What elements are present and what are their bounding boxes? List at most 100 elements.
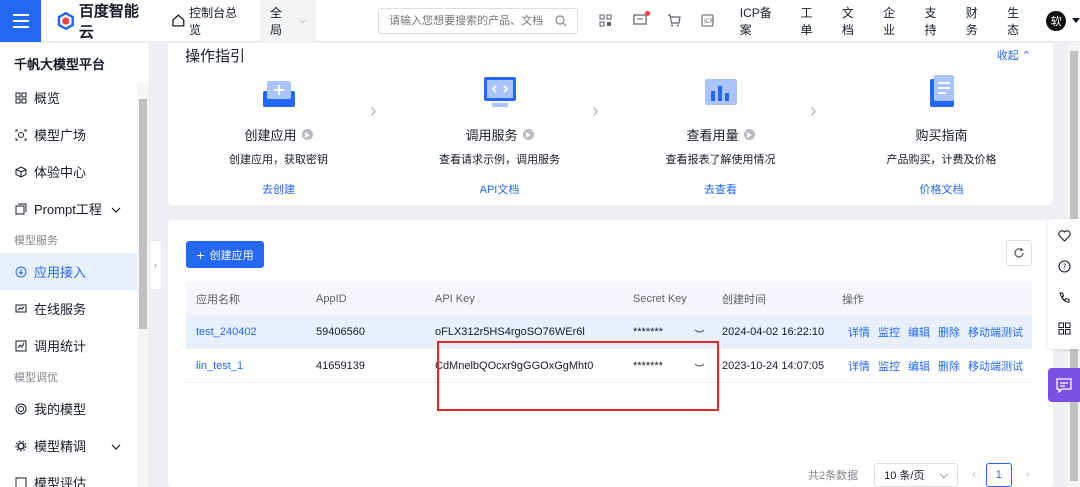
action-monitor[interactable]: 监控 [878, 358, 900, 374]
call-service-illustration [483, 77, 516, 107]
chat-button[interactable] [1048, 368, 1080, 402]
menu-button[interactable] [0, 0, 42, 42]
cart-icon[interactable] [666, 13, 682, 29]
chevron-right-icon: › [370, 100, 377, 122]
top-link-ticket[interactable]: 工单 [801, 4, 824, 38]
brand-name: 百度智能云 [78, 2, 139, 41]
api-key-value: oFLX312r5HS4rgoSO76WEr6l [435, 325, 585, 338]
go-create-link[interactable]: 去创建 [262, 181, 295, 197]
grid-icon [14, 91, 28, 105]
guide-collapse-button[interactable]: 收起 ⌃ [997, 47, 1031, 63]
page-number[interactable]: 1 [985, 463, 1012, 487]
floating-toolbar: ? [1048, 219, 1080, 349]
help-icon[interactable]: ? [1057, 260, 1071, 276]
sidebar: 千帆大模型平台 概览 模型广场 体验中心 Prompt工程 模型服务 应用接入 … [0, 43, 150, 487]
top-link-finance[interactable]: 财务 [966, 4, 989, 38]
chevron-down-icon: ⌵ [939, 468, 949, 481]
qrcode-icon[interactable] [598, 13, 614, 29]
guide-step-purchase: 购买指南 产品购买，计费及价格 价格文档 [831, 71, 1052, 197]
avatar[interactable]: 软 [1046, 10, 1066, 31]
sidebar-item-model-eval[interactable]: 模型评估 [0, 464, 149, 487]
highlight-box [437, 341, 719, 411]
chevron-down-icon: ⌵ [299, 15, 307, 25]
sidebar-scrollbar[interactable] [137, 83, 149, 487]
action-delete[interactable]: 删除 [938, 358, 960, 374]
sidebar-item-app-access[interactable]: 应用接入 [0, 253, 149, 290]
guide-step-call-service: 调用服务 查看请求示例，调用服务 API文档 [389, 71, 610, 197]
action-edit[interactable]: 编辑 [908, 324, 930, 340]
secret-key-value: ******* [633, 325, 663, 338]
create-app-button[interactable]: + 创建应用 [186, 241, 264, 268]
svg-text:ICP: ICP [704, 18, 714, 25]
chevron-down-icon [111, 438, 121, 453]
chevron-right-icon: › [810, 100, 817, 122]
top-link-docs[interactable]: 文档 [842, 4, 865, 38]
search-input[interactable] [389, 14, 550, 27]
monitor-icon [14, 302, 28, 316]
top-link-enterprise[interactable]: 企业 [883, 4, 906, 38]
refresh-icon [1014, 247, 1024, 258]
eye-closed-icon[interactable] [694, 326, 705, 338]
app-name-link[interactable]: test_240402 [186, 326, 306, 338]
sidebar-item-model-square[interactable]: 模型广场 [0, 116, 149, 153]
play-icon[interactable] [301, 129, 313, 140]
action-details[interactable]: 详情 [848, 324, 870, 340]
top-link-icp[interactable]: ICP备案 [740, 4, 783, 38]
guide-title: 操作指引 [185, 48, 246, 65]
go-view-link[interactable]: 去查看 [704, 181, 737, 197]
apps-icon[interactable] [1058, 322, 1071, 338]
sidebar-item-my-models[interactable]: 我的模型 [0, 390, 149, 427]
sidebar-item-online-service[interactable]: 在线服务 [0, 290, 149, 327]
sidebar-item-fine-tune[interactable]: 模型精调 [0, 427, 149, 464]
sidebar-collapse-toggle[interactable]: ‹ [150, 240, 162, 290]
notification-dot [644, 10, 650, 16]
sidebar-item-prompt[interactable]: Prompt工程 [0, 190, 149, 227]
refresh-button[interactable] [1006, 240, 1032, 266]
action-delete[interactable]: 删除 [938, 324, 960, 340]
caret-down-icon[interactable] [1072, 18, 1080, 23]
phone-icon[interactable] [1058, 291, 1071, 307]
play-icon[interactable] [522, 129, 534, 140]
app-name-link[interactable]: lin_test_1 [186, 360, 306, 372]
sidebar-item-call-stats[interactable]: 调用统计 [0, 327, 149, 364]
action-mobile-test[interactable]: 移动端测试 [968, 324, 1023, 340]
action-mobile-test[interactable]: 移动端测试 [968, 358, 1023, 374]
sidebar-title: 千帆大模型平台 [14, 57, 106, 72]
top-link-ecosystem[interactable]: 生态 [1007, 4, 1030, 38]
action-monitor[interactable]: 监控 [878, 324, 900, 340]
chart-icon [14, 339, 28, 353]
chevron-down-icon [111, 201, 121, 216]
gear-icon [14, 439, 28, 453]
icp-icon[interactable]: ICP [700, 13, 716, 29]
sidebar-item-overview[interactable]: 概览 [0, 79, 149, 116]
region-select[interactable]: 全局 ⌵ [260, 0, 317, 42]
action-edit[interactable]: 编辑 [908, 358, 930, 374]
chevron-left-icon: ‹ [154, 260, 157, 270]
plus-icon: + [196, 246, 205, 263]
next-page-button[interactable]: › [1026, 469, 1030, 481]
search-box[interactable] [378, 7, 578, 34]
top-link-support[interactable]: 支持 [924, 4, 947, 38]
play-icon[interactable] [743, 129, 755, 140]
sidebar-item-experience[interactable]: 体验中心 [0, 153, 149, 190]
prompt-icon [14, 202, 28, 216]
sidebar-scroll-thumb[interactable] [139, 99, 147, 329]
target-icon [14, 402, 28, 416]
app-table: 应用名称 AppID API Key Secret Key 创建时间 操作 te… [186, 282, 1032, 411]
guide-step-view-usage: 查看用量 查看报表了解使用情况 去查看 [610, 71, 831, 197]
prev-page-button[interactable]: ‹ [972, 469, 976, 481]
page-size-select[interactable]: 10 条/页 ⌵ [874, 463, 959, 487]
chevron-right-icon: › [592, 100, 599, 122]
operation-guide-card: 操作指引 收起 ⌃ 创建应用 创建应用，获取密钥 去创建 调用服务 查看请求示例… [168, 43, 1053, 205]
model-square-icon [14, 128, 28, 142]
total-count: 共2条数据 [808, 470, 859, 482]
brand-logo[interactable]: 百度智能云 [57, 0, 152, 42]
api-docs-link[interactable]: API文档 [480, 181, 520, 197]
plug-icon [14, 265, 28, 279]
heart-icon[interactable] [1057, 230, 1071, 245]
price-docs-link[interactable]: 价格文档 [920, 181, 964, 197]
view-usage-illustration [704, 79, 737, 105]
action-details[interactable]: 详情 [848, 358, 870, 374]
console-overview-link[interactable]: 控制台总览 [172, 4, 248, 38]
message-icon[interactable] [632, 10, 650, 29]
